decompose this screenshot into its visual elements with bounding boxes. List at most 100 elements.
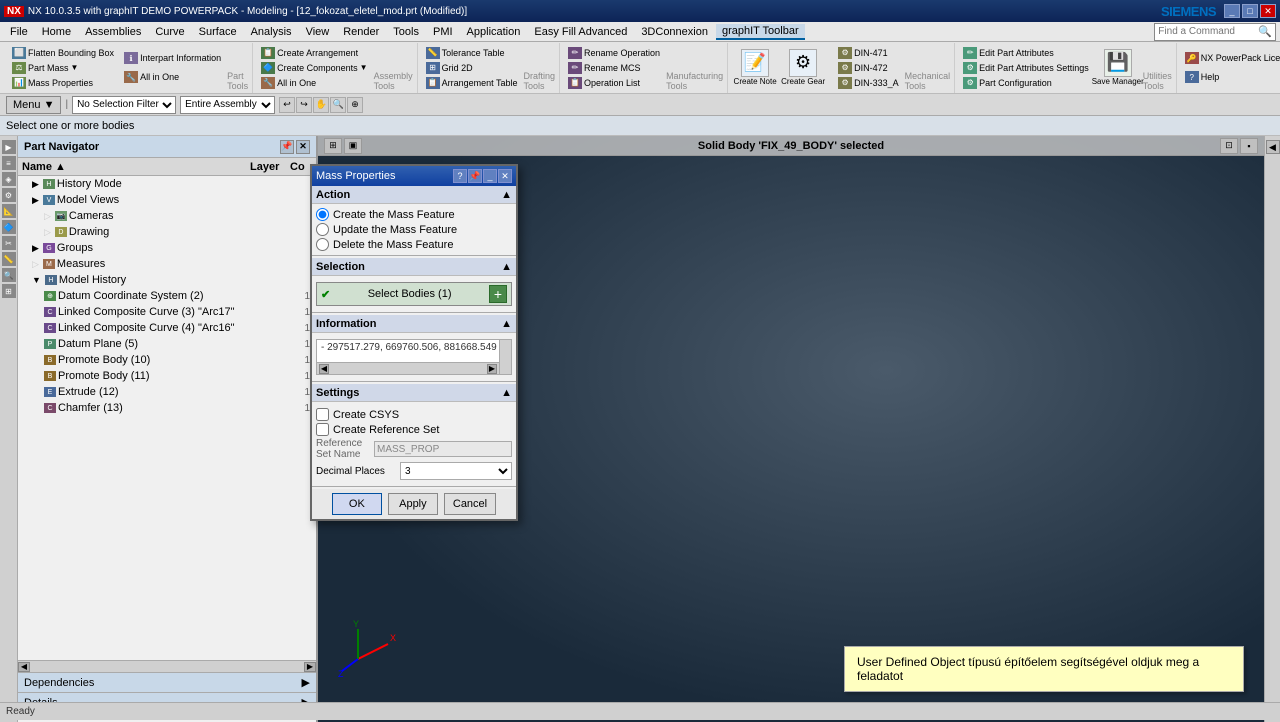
cmd-icon-2[interactable]: ↪ [296,97,312,113]
din333a-btn[interactable]: ⚙ DIN-333_A [834,76,903,90]
cmd-icon-5[interactable]: ⊕ [347,97,363,113]
dependencies-header[interactable]: Dependencies ▶ [18,673,316,693]
tree-item-curve4[interactable]: C Linked Composite Curve (4) "Arc16" 1 [18,320,316,336]
ok-button[interactable]: OK [332,493,382,515]
nav-hscroll[interactable]: ◀ ▶ [18,660,316,672]
save-manager-btn[interactable]: 💾 Save Manager [1095,46,1141,90]
create-components-btn[interactable]: 🔷 Create Components ▼ [257,61,371,75]
tree-item-history-mode[interactable]: ▶ H History Mode [18,176,316,192]
left-icon-1[interactable]: ▶ [2,140,16,154]
radio-create-input[interactable] [316,208,329,221]
menu-application[interactable]: Application [461,25,527,39]
tree-item-model-views[interactable]: ▶ V Model Views [18,192,316,208]
menu-tools[interactable]: Tools [387,25,425,39]
left-icon-3[interactable]: ◈ [2,172,16,186]
information-header[interactable]: Information ▲ [312,315,516,333]
mass-dialog-header[interactable]: Mass Properties ? 📌 _ ✕ [312,166,516,186]
info-vscroll[interactable] [499,340,511,374]
left-icon-6[interactable]: 🔷 [2,220,16,234]
menu-file[interactable]: File [4,25,34,39]
info-hscroll[interactable]: ◀ ▶ [317,362,499,374]
navigator-controls[interactable]: 📌 ✕ [280,140,310,154]
menu-assemblies[interactable]: Assemblies [79,25,147,39]
search-area[interactable]: 🔍 [1154,23,1276,41]
select-bodies-btn[interactable]: ✔ Select Bodies (1) + [316,282,512,306]
scope-select[interactable]: Entire Assembly [180,96,275,114]
tree-item-chamfer13[interactable]: C Chamfer (13) 1 [18,400,316,416]
menu-graphit[interactable]: graphIT Toolbar [716,24,805,40]
grid-2d-btn[interactable]: ⊞ Grid 2D [422,61,522,75]
mass-properties-btn[interactable]: 📊 Mass Properties [8,76,118,90]
radio-update-input[interactable] [316,223,329,236]
all-in-one-btn[interactable]: 🔧 All in One [120,68,225,86]
decimal-places-select[interactable]: 3 2 4 [400,462,512,480]
cancel-button[interactable]: Cancel [444,493,496,515]
vp-icon-2[interactable]: ▣ [344,138,362,154]
tree-item-drawing[interactable]: ▷ D Drawing [18,224,316,240]
radio-delete-input[interactable] [316,238,329,251]
part-mass-dropdown[interactable]: ▼ [71,63,79,72]
tree-item-datum5[interactable]: P Datum Plane (5) 1 [18,336,316,352]
vp-icon-4[interactable]: ▪ [1240,138,1258,154]
dlg-min-btn[interactable]: _ [483,169,497,183]
scroll-right-btn[interactable]: ▶ [304,662,316,672]
tree-item-extrude12[interactable]: E Extrude (12) 1 [18,384,316,400]
edit-part-attr-settings-btn[interactable]: ⚙ Edit Part Attributes Settings [959,61,1093,75]
hscroll-left[interactable]: ◀ [319,364,329,374]
filter-select[interactable]: No Selection Filter [72,96,176,114]
menu-pmi[interactable]: PMI [427,25,459,39]
din471-btn[interactable]: ⚙ DIN-471 [834,46,903,60]
selection-header[interactable]: Selection ▲ [312,258,516,276]
rename-mcs-btn[interactable]: ✏ Rename MCS [564,61,664,75]
create-csys-checkbox[interactable]: Create CSYS [316,408,512,421]
title-controls[interactable]: _ □ ✕ [1224,4,1276,18]
menu-analysis[interactable]: Analysis [245,25,298,39]
tree-item-promote10[interactable]: B Promote Body (10) 1 [18,352,316,368]
rename-op-btn[interactable]: ✏ Rename Operation [564,46,664,60]
op-list-btn[interactable]: 📋 Operation List [564,76,664,90]
edit-part-attr-btn[interactable]: ✏ Edit Part Attributes [959,46,1093,60]
menu-view[interactable]: View [300,25,336,39]
menu-button[interactable]: Menu ▼ [6,96,61,114]
radio-update[interactable]: Update the Mass Feature [316,223,512,236]
assy-allinone-btn[interactable]: 🔧 All in One [257,76,371,90]
left-icon-5[interactable]: 📐 [2,204,16,218]
part-config-btn[interactable]: ⚙ Part Configuration [959,76,1093,90]
hscroll-right[interactable]: ▶ [487,364,497,374]
action-header[interactable]: Action ▲ [312,186,516,204]
create-gear-btn[interactable]: ⚙ Create Gear [780,46,826,90]
nav-close-btn[interactable]: ✕ [296,140,310,154]
settings-header[interactable]: Settings ▲ [312,384,516,402]
left-icon-7[interactable]: ✂ [2,236,16,250]
menu-curve[interactable]: Curve [149,25,190,39]
col-name-label[interactable]: Name ▲ [22,161,66,173]
create-arrangement-btn[interactable]: 📋 Create Arrangement [257,46,371,60]
dlg-pin-btn[interactable]: 📌 [468,169,482,183]
menu-render[interactable]: Render [337,25,385,39]
tree-item-curve3[interactable]: C Linked Composite Curve (3) "Arc17" 1 [18,304,316,320]
left-icon-8[interactable]: 📏 [2,252,16,266]
cmd-icon-1[interactable]: ↩ [279,97,295,113]
tree-item-groups[interactable]: ▶ G Groups [18,240,316,256]
nav-pin-btn[interactable]: 📌 [280,140,294,154]
tolerance-table-btn[interactable]: 📏 Tolerance Table [422,46,522,60]
radio-create[interactable]: Create the Mass Feature [316,208,512,221]
maximize-btn[interactable]: □ [1242,4,1258,18]
create-csys-input[interactable] [316,408,329,421]
help-btn[interactable]: ? Help [1181,68,1280,86]
left-icon-9[interactable]: 🔍 [2,268,16,282]
search-input[interactable] [1158,26,1258,37]
add-body-btn[interactable]: + [489,285,507,303]
create-comp-dropdown[interactable]: ▼ [360,63,368,72]
tree-item-datum2[interactable]: ⊕ Datum Coordinate System (2) 1 [18,288,316,304]
close-btn[interactable]: ✕ [1260,4,1276,18]
create-ref-set-input[interactable] [316,423,329,436]
left-icon-2[interactable]: ≡ [2,156,16,170]
radio-delete[interactable]: Delete the Mass Feature [316,238,512,251]
left-icon-10[interactable]: ⊞ [2,284,16,298]
tree-item-measures[interactable]: ▷ M Measures [18,256,316,272]
flatten-bounding-box-btn[interactable]: ⬜ Flatten Bounding Box [8,46,118,60]
arrangement-table-btn[interactable]: 📋 Arrangement Table [422,76,522,90]
vp-icon-3[interactable]: ⊡ [1220,138,1238,154]
dlg-close-btn[interactable]: ✕ [498,169,512,183]
